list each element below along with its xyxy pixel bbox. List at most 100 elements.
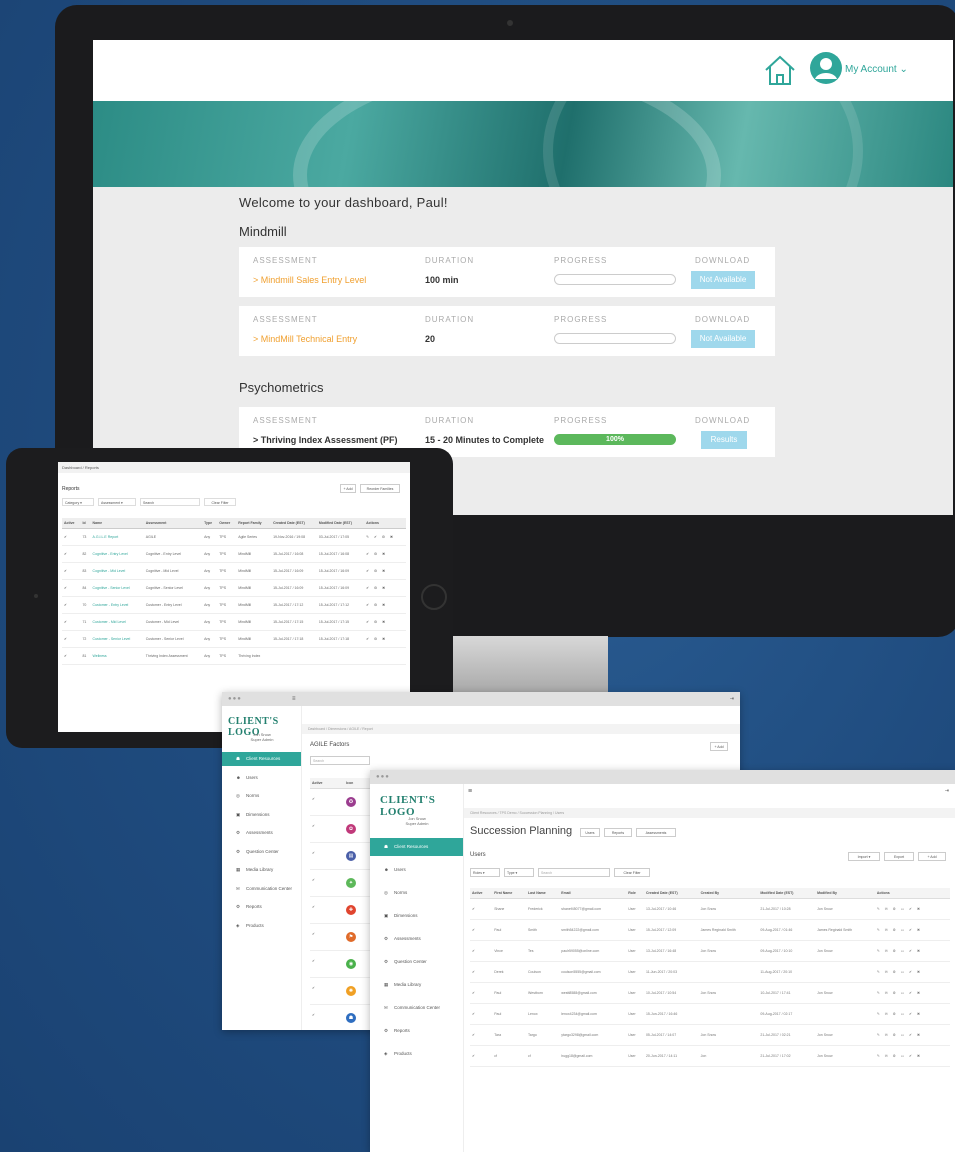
column-header[interactable]: Modified Date (EST) (316, 518, 365, 529)
column-header[interactable]: Actions (364, 518, 406, 529)
add-button[interactable]: + Add (918, 852, 946, 861)
column-header[interactable]: Modified Date (EST) (758, 888, 816, 899)
clear-filter-button[interactable]: Clear Filter (204, 498, 236, 506)
column-header[interactable]: Id (80, 518, 91, 529)
sidebar-item-products[interactable]: ◈ Products (370, 1045, 463, 1063)
sidebar-item-communication-center[interactable]: ✉ Communication Center (370, 999, 463, 1017)
roles-filter[interactable]: Roles ▾ (470, 868, 500, 877)
column-header[interactable]: Created By (698, 888, 759, 899)
column-header[interactable]: Report Family (236, 518, 272, 529)
table-row[interactable]: ✔ Paul Westborn westt8588@gmail.com User 10-J… (470, 982, 950, 1004)
expand-icon[interactable]: ⇥ (730, 696, 734, 702)
clear-filter-button[interactable]: Clear Filter (614, 868, 650, 877)
menu-toggle-icon[interactable]: ≡ (292, 696, 296, 702)
table-row[interactable]: ✔ Tara Targo ytargo3298@gmail.com User 05-Jul… (470, 1024, 950, 1046)
sidebar-item-dimensions[interactable]: ▣ Dimensions (370, 907, 463, 925)
sidebar-item-media-library[interactable]: ▦ Media Library (222, 863, 301, 877)
sidebar-item-assessments[interactable]: ⚙ Assessments (370, 930, 463, 948)
column-header[interactable]: Role (626, 888, 644, 899)
table-row[interactable]: ✔ 83 Cognitive - Mid Level Cognitive - Mid … (62, 562, 406, 580)
table-cell[interactable]: ✎ ✔ ⚙ ✖ (364, 528, 406, 546)
table-cell[interactable]: ✔ ⚙ ✖ (364, 545, 406, 563)
table-row[interactable]: ✔ 72 Customer - Senior Level Customer - Sen… (62, 630, 406, 648)
column-header[interactable]: Active (470, 888, 493, 899)
sidebar-item-client-resources[interactable]: ☗ Client Resources (222, 752, 301, 766)
search-input[interactable]: Search (140, 498, 200, 506)
sidebar-item-dimensions[interactable]: ▣ Dimensions (222, 808, 301, 822)
table-row[interactable]: ✔ 70 Customer - Entry Level Customer - Entr… (62, 596, 406, 614)
table-row[interactable]: ✔ Derek Coulson coulson5555@gmail.com User 11… (470, 961, 950, 983)
column-header[interactable]: First Name (492, 888, 527, 899)
sidebar-item-reports[interactable]: ⚙ Reports (370, 1022, 463, 1040)
sidebar-item-question-center[interactable]: ⚙ Question Center (222, 845, 301, 859)
column-header[interactable]: Owner (217, 518, 237, 529)
not-available-button[interactable]: Not Available (691, 330, 755, 348)
not-available-button[interactable]: Not Available (691, 271, 755, 289)
sidebar-item-users[interactable]: ☻ Users (370, 861, 463, 879)
reorder-families-button[interactable]: Reorder Families (360, 484, 400, 493)
table-row[interactable]: ✔ Shane Frederick shanef45077@gmail.com User… (470, 898, 950, 920)
table-cell[interactable]: ✔ ⚙ ✖ (364, 613, 406, 631)
table-row[interactable]: ✔ 81 Wellness Thriving Index Assessment Any T… (62, 647, 406, 665)
table-cell[interactable]: ✔ ⚙ ✖ (364, 579, 406, 597)
sidebar-item-client-resources[interactable]: ☗ Client Resources (370, 838, 463, 856)
assessment-filter[interactable]: Assessment ▾ (98, 498, 136, 506)
table-cell[interactable]: ✔ ⚙ ✖ (364, 562, 406, 580)
type-filter[interactable]: Type ▾ (504, 868, 534, 877)
column-header[interactable]: Type (202, 518, 218, 529)
sidebar-item-products[interactable]: ◈ Products (222, 919, 301, 933)
assessment-link[interactable]: > Mindmill Sales Entry Level (253, 275, 366, 285)
window-controls[interactable]: ●●● (376, 774, 390, 780)
column-header[interactable]: Active (62, 518, 81, 529)
export-button[interactable]: Export (884, 852, 914, 861)
sidebar-item-media-library[interactable]: ▦ Media Library (370, 976, 463, 994)
add-button[interactable]: + Add (340, 484, 356, 493)
menu-toggle-icon[interactable]: ≡ (468, 788, 472, 795)
table-cell[interactable]: ✎ ✉ ⚙ ▭ ✔ ✖ (874, 1003, 950, 1025)
account-avatar-icon[interactable] (810, 52, 842, 84)
search-input[interactable]: Search (538, 868, 610, 877)
my-account-menu[interactable]: My Account ⌄ (845, 64, 908, 75)
table-cell[interactable]: ✎ ✉ ⚙ ▭ ✔ ✖ (874, 898, 950, 920)
table-cell[interactable]: ✎ ✉ ⚙ ▭ ✔ ✖ (874, 940, 950, 962)
table-cell[interactable]: ✔ ⚙ ✖ (364, 596, 406, 614)
sidebar-item-norms[interactable]: ◎ Norms (370, 884, 463, 902)
column-header[interactable]: Created Date (EST) (643, 888, 699, 899)
table-cell[interactable]: ✎ ✉ ⚙ ▭ ✔ ✖ (874, 1024, 950, 1046)
table-row[interactable]: ✔ Paul Smith smith54222@gmail.com User 15-Jul… (470, 919, 950, 941)
assessment-link[interactable]: > Thriving Index Assessment (PF) (253, 435, 397, 445)
home-icon[interactable] (763, 54, 797, 86)
table-row[interactable]: ✔ Vince Tes paulr59055@online.com User 13-Jul… (470, 940, 950, 962)
table-row[interactable]: ✔ 82 Cognitive - Entry Level Cognitive - En… (62, 545, 406, 563)
sidebar-item-users[interactable]: ☻ Users (222, 771, 301, 785)
table-cell[interactable]: ✎ ✉ ⚙ ▭ ✔ ✖ (874, 919, 950, 941)
column-header[interactable]: Active (310, 778, 345, 789)
tab-assessments[interactable]: Assessments (636, 828, 676, 837)
column-header[interactable]: Name (90, 518, 144, 529)
table-cell[interactable] (364, 647, 406, 665)
results-button[interactable]: Results (701, 431, 747, 449)
add-button[interactable]: + Add (710, 742, 728, 751)
sidebar-item-norms[interactable]: ◎ Norms (222, 789, 301, 803)
table-cell[interactable]: ✎ ✉ ⚙ ▭ ✔ ✖ (874, 982, 950, 1004)
sidebar-item-communication-center[interactable]: ✉ Communication Center (222, 882, 301, 896)
table-row[interactable]: ✔ Paul Lenox lenox4234@gmail.com User 15-Jun-… (470, 1003, 950, 1025)
table-cell[interactable]: ✔ ⚙ ✖ (364, 630, 406, 648)
sidebar-item-assessments[interactable]: ⚙ Assessments (222, 826, 301, 840)
table-row[interactable]: ✔ 71 Customer - Mid Level Customer - Mid Le… (62, 613, 406, 631)
expand-icon[interactable]: ⇥ (945, 788, 949, 794)
tab-users[interactable]: Users (580, 828, 600, 837)
column-header[interactable]: Last Name (526, 888, 560, 899)
table-row[interactable]: ✔ 84 Cognitive - Senior Level Cognitive - S… (62, 579, 406, 597)
sidebar-item-question-center[interactable]: ⚙ Question Center (370, 953, 463, 971)
window-controls[interactable]: ●●● (228, 696, 242, 702)
table-cell[interactable]: ✎ ✉ ⚙ ▭ ✔ ✖ (874, 961, 950, 983)
column-header[interactable]: Actions (874, 888, 950, 899)
import-button[interactable]: Import ▾ (848, 852, 880, 861)
table-row[interactable]: ✔ 73 A.G.I.L.E Report AGILE Any TPS Agile Seri… (62, 528, 406, 546)
column-header[interactable]: Email (559, 888, 627, 899)
search-input[interactable]: Search (310, 756, 370, 765)
assessment-link[interactable]: > MindMill Technical Entry (253, 334, 357, 344)
column-header[interactable]: Assessment (143, 518, 203, 529)
tab-reports[interactable]: Reports (604, 828, 632, 837)
